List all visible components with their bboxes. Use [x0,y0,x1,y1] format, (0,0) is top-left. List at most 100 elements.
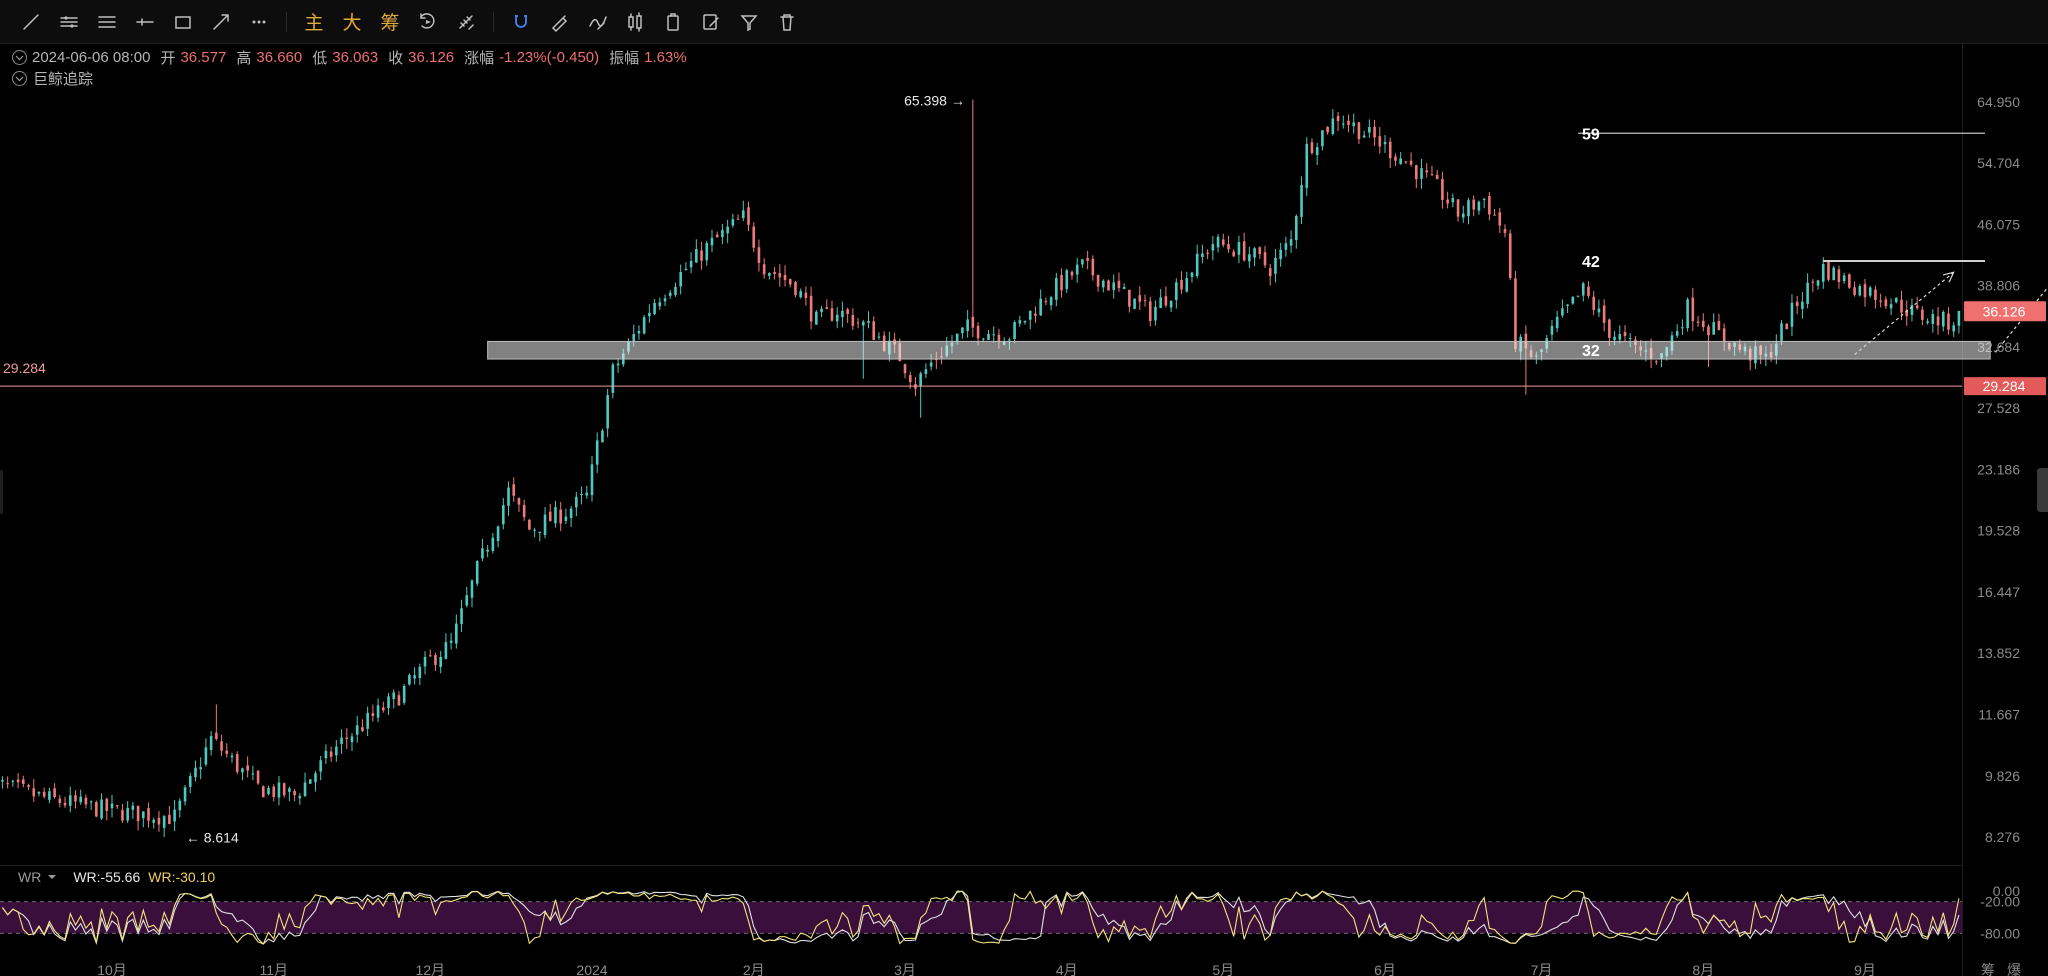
candle-body [1587,286,1590,296]
candle-body [1827,262,1830,280]
candle-body [1795,301,1799,307]
candle-body [455,623,458,644]
corner-label: 爆 [2007,962,2021,976]
wr-name[interactable]: WR [18,869,41,885]
right-panel-handle[interactable] [2037,468,2048,512]
candle-body [1722,328,1726,342]
candle-body [423,656,427,667]
candle-body [1801,301,1804,309]
candle-body [1842,275,1846,282]
candle-body [528,519,531,530]
candle-body [392,692,396,700]
wr-value-1: WR:-55.66 [73,869,141,885]
candle-body [444,642,448,659]
candle-body [768,273,771,276]
candle-body [674,286,677,295]
candle-body [841,310,844,318]
candle-body [6,783,9,785]
candle-body [220,741,223,751]
high-marker-label: 65.398 → [904,93,965,109]
x-tick-label: 11月 [259,962,288,976]
candle-body [1065,270,1069,289]
candle-body [329,751,333,757]
y-tick-label: 54.704 [1977,155,2020,171]
candle-body [1305,143,1309,188]
candle-body [752,226,756,248]
candle-body [1394,156,1397,161]
candle-body [663,298,667,302]
candle-body [465,595,469,606]
candle-body [1362,135,1366,138]
candle-body [272,786,276,797]
candle-body [559,509,562,524]
candle-body [142,811,145,819]
candle-body [867,321,870,323]
candle-body [1936,316,1940,326]
candle-body [241,768,244,773]
candle-body [1581,283,1585,296]
candle-body [1874,289,1877,301]
candle-body [1597,308,1601,313]
candle-body [1018,320,1022,324]
candle-body [601,430,604,443]
candle-body [1268,268,1272,277]
candle-body [475,561,479,584]
candle-body [1008,339,1011,341]
candle-body [413,675,416,679]
candle-body [1681,327,1684,329]
candle-body [1284,243,1288,250]
candle-body [1096,274,1100,287]
candle-body [1055,278,1058,300]
candle-body [230,755,234,758]
alert-price-tag-label: 29.284 [1983,378,2026,394]
candle-body [741,210,745,219]
candle-body [1253,248,1256,258]
candle-body [1128,289,1131,307]
x-tick-label: 10月 [97,962,127,976]
candle-body [100,799,103,819]
candle-body [976,325,980,339]
candle-body [1926,321,1929,323]
candle-body [1415,165,1418,180]
candle-body [721,230,724,238]
candle-body [371,713,375,717]
left-panel-handle[interactable] [0,470,3,514]
wr-value-2: WR:-30.10 [148,869,216,885]
candle-body [877,336,881,338]
candle-body [251,773,255,775]
candle-body [1169,300,1173,308]
candle-body [966,319,969,331]
candle-body [1122,286,1126,289]
candle-body [1044,301,1048,303]
candle-body [564,516,568,521]
candle-body [929,362,933,367]
price-chart[interactable]: 64.95054.70446.07538.80632.68427.52823.1… [0,0,2048,976]
candle-body [501,505,505,525]
alert-price-label: 29.284 [3,360,46,376]
candle-body [804,292,808,299]
wr-band [0,901,1962,934]
candle-body [1091,258,1095,276]
candle-body [1941,311,1945,327]
candle-body [1138,295,1142,302]
candle-body [48,791,51,800]
candle-body [825,307,829,310]
x-tick-label: 12月 [415,962,445,976]
wr-dropdown-icon[interactable] [47,874,57,880]
candle-body [1263,252,1267,266]
support-box[interactable] [487,340,1991,360]
candle-body [1467,200,1470,217]
candle-body [1368,127,1371,133]
candle-body [37,791,41,794]
projection-arrow[interactable] [1994,145,2048,353]
candle-body [1326,127,1329,133]
candle-body [1816,280,1820,286]
candle-body [1853,287,1856,295]
candle-body [1081,259,1084,265]
candle-body [188,776,192,787]
candle-body [1435,174,1439,180]
candle-body [726,226,729,234]
candle-body [1373,126,1376,138]
candle-body [1185,278,1189,292]
candle-body [679,272,682,287]
